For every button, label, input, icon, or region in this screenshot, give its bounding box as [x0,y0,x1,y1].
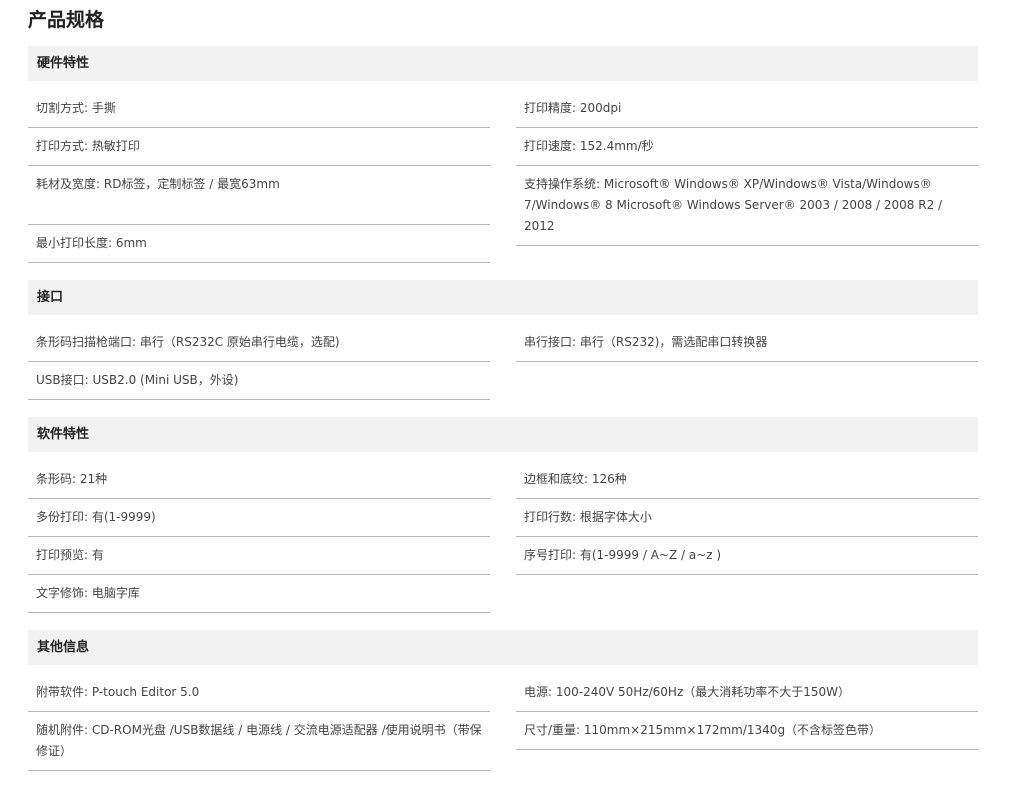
left-column: 条形码扫描枪端口: 串行（RS232C 原始串行电缆，选配) USB接口: USB… [28,324,490,400]
spec-row: 随机附件: CD-ROM光盘 /USB数据线 / 电源线 / 交流电源适配器 /… [28,712,490,771]
spec-row: 边框和底纹: 126种 [516,461,978,499]
spec-row: 附带软件: P-touch Editor 5.0 [28,674,490,712]
right-column: 电源: 100-240V 50Hz/60Hz（最大消耗功率不大于150W） 尺寸/… [516,674,978,771]
section-heading: 接口 [28,280,978,315]
spec-row: 打印预览: 有 [28,537,490,575]
section-heading: 软件特性 [28,417,978,452]
spec-row: 打印方式: 热敏打印 [28,128,490,166]
section-heading: 其他信息 [28,630,978,665]
spec-row: 文字修饰: 电脑字库 [28,575,490,613]
right-column: 边框和底纹: 126种 打印行数: 根据字体大小 序号打印: 有(1-9999 / … [516,461,978,613]
spec-section: 硬件特性切割方式: 手撕 打印方式: 热敏打印 耗材及宽度: RD标签，定制标签 /… [28,46,978,263]
spec-row: 打印精度: 200dpi [516,90,978,128]
right-column: 打印精度: 200dpi 打印速度: 152.4mm/秒 支持操作系统: Micro… [516,90,978,263]
spec-row: 切割方式: 手撕 [28,90,490,128]
spec-row: 序号打印: 有(1-9999 / A~Z / a~z ) [516,537,978,575]
spec-row: 打印速度: 152.4mm/秒 [516,128,978,166]
spec-row: 支持操作系统: Microsoft® Windows® XP/Windows® … [516,166,978,246]
spec-row: 打印行数: 根据字体大小 [516,499,978,537]
spec-row: 条形码: 21种 [28,461,490,499]
section-heading: 硬件特性 [28,46,978,81]
page-title: 产品规格 [28,9,105,31]
spec-row: 多份打印: 有(1-9999) [28,499,490,537]
spec-section: 接口条形码扫描枪端口: 串行（RS232C 原始串行电缆，选配) USB接口: U… [28,280,978,400]
spec-row: 耗材及宽度: RD标签，定制标签 / 最宽63mm [28,166,490,225]
spec-row: 最小打印长度: 6mm [28,225,490,263]
spec-section: 软件特性条形码: 21种 多份打印: 有(1-9999) 打印预览: 有文字修饰: … [28,417,978,613]
spec-row: 尺寸/重量: 110mm×215mm×172mm/1340g（不含标签色带） [516,712,978,750]
product-specs: 产品规格 硬件特性切割方式: 手撕 打印方式: 热敏打印 耗材及宽度: RD标签，定… [28,0,978,788]
spec-row: 串行接口: 串行（RS232)，需选配串口转换器 [516,324,978,362]
left-column: 附带软件: P-touch Editor 5.0 随机附件: CD-ROM光盘 /… [28,674,490,771]
spec-row: 电源: 100-240V 50Hz/60Hz（最大消耗功率不大于150W） [516,674,978,712]
spec-row: USB接口: USB2.0 (Mini USB，外设) [28,362,490,400]
right-column: 串行接口: 串行（RS232)，需选配串口转换器 [516,324,978,400]
spec-row: 条形码扫描枪端口: 串行（RS232C 原始串行电缆，选配) [28,324,490,362]
spec-section: 其他信息附带软件: P-touch Editor 5.0 随机附件: CD-ROM… [28,630,978,771]
left-column: 切割方式: 手撕 打印方式: 热敏打印 耗材及宽度: RD标签，定制标签 / 最宽6… [28,90,490,263]
left-column: 条形码: 21种 多份打印: 有(1-9999) 打印预览: 有文字修饰: 电脑字库 [28,461,490,613]
